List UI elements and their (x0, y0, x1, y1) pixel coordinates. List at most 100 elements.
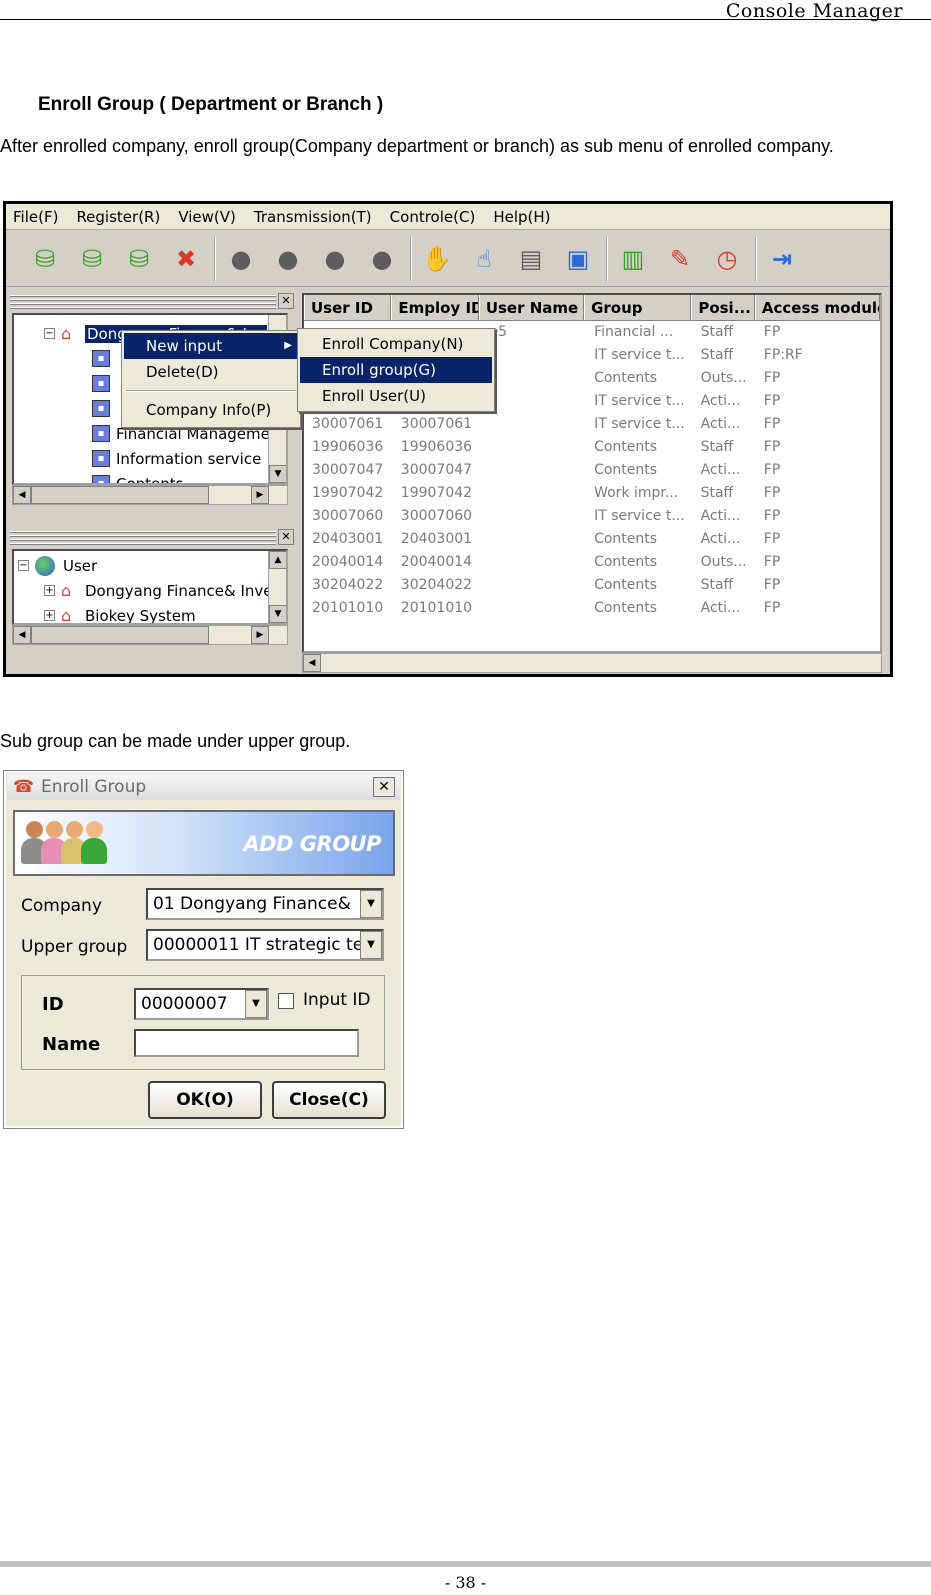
user-add-icon[interactable]: ● (269, 238, 307, 280)
table-cell: FP (763, 531, 781, 547)
scroll-left-icon[interactable]: ◀ (13, 626, 31, 644)
horizontal-scrollbar[interactable]: ◀ ▶ (12, 625, 288, 645)
column-header[interactable]: User ID (304, 295, 392, 320)
expand-icon[interactable]: + (44, 610, 55, 621)
console-window: File(F) Register(R) View(V) Transmission… (3, 201, 893, 677)
menu-item-new-input[interactable]: New input ▶ (124, 333, 298, 359)
users-group-icon[interactable]: ● (363, 238, 401, 280)
menu-register[interactable]: Register(R) (76, 208, 160, 226)
grid-horizontal-scrollbar[interactable]: ◀ (302, 653, 882, 673)
dialog-title: Enroll Group (41, 777, 147, 797)
menu-item-delete[interactable]: Delete(D) (124, 359, 298, 385)
table-row[interactable]: 30204022 30204022 Contents Staff FP (304, 574, 880, 597)
menu-item-enroll-group[interactable]: Enroll group(G) (300, 357, 492, 383)
table-cell: Outs... (700, 554, 747, 570)
input-id-checkbox[interactable] (278, 993, 294, 1009)
menu-controle[interactable]: Controle(C) (390, 208, 476, 226)
column-header[interactable]: Group (584, 295, 692, 320)
company-label: Company (21, 896, 102, 916)
table-row[interactable]: 19907042 19907042 Work impr... Staff FP (304, 482, 880, 505)
table-row[interactable]: 19906036 19906036 Contents Staff FP (304, 436, 880, 459)
exit-icon[interactable]: ⇥ (763, 238, 801, 280)
table-cell: 20101010 (312, 600, 384, 616)
menu-item-company-info[interactable]: Company Info(P) (124, 397, 298, 423)
table-cell (482, 551, 587, 574)
grid-header: User ID Employ ID User Name Group Posi..… (304, 295, 880, 321)
scroll-up-icon[interactable]: ▲ (269, 551, 286, 569)
tree-item[interactable]: + ⌂ Dongyang Finance& Inve (18, 578, 273, 603)
close-icon[interactable]: ✕ (278, 529, 294, 545)
scroll-right-icon[interactable]: ▶ (251, 626, 269, 644)
menu-view[interactable]: View(V) (178, 208, 236, 226)
table-row[interactable]: 30007060 30007060 IT service t... Acti... FP (304, 505, 880, 528)
close-icon[interactable]: ✕ (373, 777, 395, 797)
dialog-titlebar: ☎ Enroll Group ✕ (7, 774, 400, 800)
chevron-down-icon[interactable]: ▼ (360, 890, 382, 918)
id-select[interactable]: 00000007 ▼ (134, 988, 269, 1020)
column-header[interactable]: Posi... (691, 295, 755, 320)
table-row[interactable]: 30007061 30007061 IT service t... Acti... FP (304, 413, 880, 436)
delete-icon[interactable]: ✖ (167, 238, 205, 280)
scroll-thumb[interactable] (31, 486, 209, 504)
scroll-thumb[interactable] (31, 626, 209, 644)
edit-icon[interactable]: ✎ (661, 238, 699, 280)
user-icon[interactable]: ● (222, 238, 260, 280)
menu-item-enroll-company[interactable]: Enroll Company(N) (300, 331, 492, 357)
collapse-icon[interactable]: − (18, 560, 29, 571)
expand-icon[interactable]: + (44, 585, 55, 596)
scroll-down-icon[interactable]: ▼ (269, 605, 286, 623)
collapse-icon[interactable]: − (44, 328, 55, 339)
scroll-down-icon[interactable]: ▼ (269, 465, 286, 483)
close-button[interactable]: Close(C) (272, 1081, 386, 1119)
upper-group-select[interactable]: 00000011 IT strategic te ▼ (146, 929, 384, 961)
bottom-tree-titlebar: ✕ (10, 529, 296, 545)
scroll-left-icon[interactable]: ◀ (303, 654, 321, 672)
table-cell: Acti... (700, 531, 741, 547)
table-cell (482, 505, 587, 528)
chevron-down-icon[interactable]: ▼ (360, 931, 382, 959)
menu-help[interactable]: Help(H) (493, 208, 550, 226)
table-cell: IT service t... (594, 416, 685, 432)
menu-transmission[interactable]: Transmission(T) (254, 208, 372, 226)
chevron-down-icon[interactable]: ▼ (245, 990, 267, 1018)
users-icon[interactable]: ● (316, 238, 354, 280)
scroll-right-icon[interactable]: ▶ (251, 486, 269, 504)
vertical-scrollbar[interactable]: ▲ ▼ (268, 551, 286, 623)
tree-item[interactable]: + ⌂ Biokey System (18, 603, 273, 623)
page-header: Console Manager (0, 0, 931, 22)
menu-item-enroll-user[interactable]: Enroll User(U) (300, 383, 492, 409)
table-cell: 30007047 (400, 462, 473, 478)
group-icon: ▪ (92, 400, 110, 417)
horizontal-scrollbar[interactable]: ◀ ▶ (12, 485, 288, 505)
column-header[interactable]: Employ ID (391, 295, 479, 320)
tree-item-user-root[interactable]: − User (18, 553, 273, 578)
database-delete-icon[interactable]: ⛁ (73, 238, 111, 280)
table-row[interactable]: 20101010 20101010 Contents Acti... FP (304, 597, 880, 620)
clock-icon[interactable]: ◷ (708, 238, 746, 280)
company-select[interactable]: 01 Dongyang Finance& ▼ (146, 888, 384, 920)
monitor-icon[interactable]: ▥ (614, 238, 652, 280)
card-icon[interactable]: ▤ (512, 238, 550, 280)
name-input[interactable] (134, 1029, 359, 1057)
tree-item[interactable]: ▪ Contents (44, 471, 270, 483)
table-cell: Financial ... (594, 324, 674, 340)
hand-icon[interactable]: ✋ (418, 238, 456, 280)
ok-button[interactable]: OK(O) (148, 1081, 262, 1119)
tree-item[interactable]: ▪ Information service (44, 446, 270, 471)
scroll-left-icon[interactable]: ◀ (13, 486, 31, 504)
database-add-icon[interactable]: ⛁ (26, 238, 64, 280)
table-cell: Contents (594, 577, 658, 593)
table-row[interactable]: 20040014 20040014 Contents Outs... FP (304, 551, 880, 574)
column-header[interactable]: User Name (478, 295, 585, 320)
enroll-group-dialog: ☎ Enroll Group ✕ ADD GROUP Company 01 Do… (3, 770, 404, 1129)
close-icon[interactable]: ✕ (278, 293, 294, 309)
column-header[interactable]: Access module (754, 295, 880, 320)
upper-group-select-value: 00000011 IT strategic te (153, 935, 364, 955)
table-cell: Staff (700, 324, 734, 340)
finger-icon[interactable]: ☝ (465, 238, 503, 280)
table-row[interactable]: 20403001 20403001 Contents Acti... FP (304, 528, 880, 551)
menu-file[interactable]: File(F) (13, 208, 58, 226)
database-info-icon[interactable]: ⛁ (120, 238, 158, 280)
table-row[interactable]: 30007047 30007047 Contents Acti... FP (304, 459, 880, 482)
rf-icon[interactable]: ▣ (559, 238, 597, 280)
